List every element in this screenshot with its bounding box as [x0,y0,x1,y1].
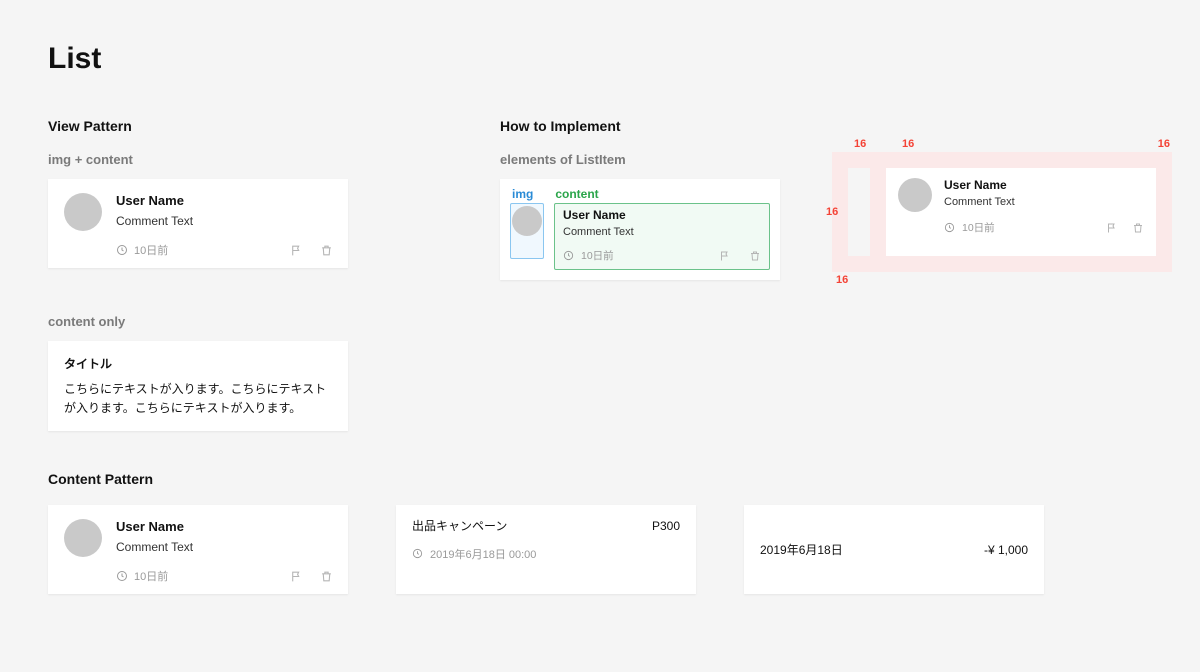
section-how-to-implement: How to Implement [500,118,820,134]
spacing-value-top-left: 16 [854,138,866,150]
list-item[interactable]: User Name Comment Text 10日前 [48,505,348,594]
diagram-img-label: img [512,187,533,201]
list-item-comment: Comment Text [563,226,761,238]
subhead-elements: elements of ListItem [500,152,820,167]
list-item-user: User Name [944,178,1144,192]
spacing-value-top-right: 16 [1158,138,1170,150]
list-item-user: User Name [563,208,761,222]
page-title: List [48,42,1152,76]
trash-icon [749,250,761,262]
clock-icon [563,250,575,262]
clock-icon [412,548,424,560]
trash-icon[interactable] [320,244,332,256]
list-item-user: User Name [116,519,332,534]
clock-icon [116,244,128,256]
elements-diagram: img content User Name Comment Text [500,179,780,280]
transaction-amount: -¥ 1,000 [984,543,1028,557]
diagram-img-box [510,203,544,259]
list-item-user: User Name [116,193,332,208]
campaign-card[interactable]: 出品キャンペーン P300 2019年6月18日 00:00 [396,505,696,594]
avatar [512,206,542,236]
list-item-comment: Comment Text [116,214,332,228]
spacing-value-bottom: 16 [836,274,848,286]
content-only-title: タイトル [64,355,332,372]
list-item-comment: Comment Text [116,540,332,554]
trash-icon[interactable] [320,570,332,582]
transaction-date: 2019年6月18日 [760,541,843,558]
flag-icon[interactable] [290,570,302,582]
section-view-pattern: View Pattern [48,118,348,134]
list-item: User Name Comment Text 10日前 [886,168,1156,256]
campaign-points: P300 [652,519,680,533]
campaign-title: 出品キャンペーン [412,517,507,534]
avatar [64,193,102,231]
content-only-body: こちらにテキストが入ります。こちらにテキストが入ります。こちらにテキストが入りま… [64,380,332,417]
list-item-time: 10日前 [962,220,995,235]
spacing-value-top-mid: 16 [902,138,914,150]
subhead-content-only: content only [48,314,348,329]
avatar [64,519,102,557]
content-only-card[interactable]: タイトル こちらにテキストが入ります。こちらにテキストが入ります。こちらにテキス… [48,341,348,431]
trash-icon [1132,222,1144,234]
list-item[interactable]: User Name Comment Text 10日前 [48,179,348,268]
spacing-diagram: 16 16 16 16 16 User Name Comment Text [832,152,1172,272]
clock-icon [116,570,128,582]
subhead-img-content: img + content [48,152,348,167]
flag-icon [719,250,731,262]
diagram-content-label: content [555,187,598,201]
section-content-pattern: Content Pattern [48,471,1152,487]
list-item-comment: Comment Text [944,196,1144,208]
list-item-time: 10日前 [134,568,168,584]
transaction-card[interactable]: 2019年6月18日 -¥ 1,000 [744,505,1044,594]
avatar [898,178,932,212]
spacing-value-left: 16 [826,206,838,218]
flag-icon [1106,222,1118,234]
list-item-time: 10日前 [134,242,168,258]
campaign-datetime: 2019年6月18日 00:00 [430,546,536,562]
list-item-time: 10日前 [581,248,614,263]
clock-icon [944,222,956,234]
diagram-content-box: User Name Comment Text 10日前 [554,203,770,270]
flag-icon[interactable] [290,244,302,256]
